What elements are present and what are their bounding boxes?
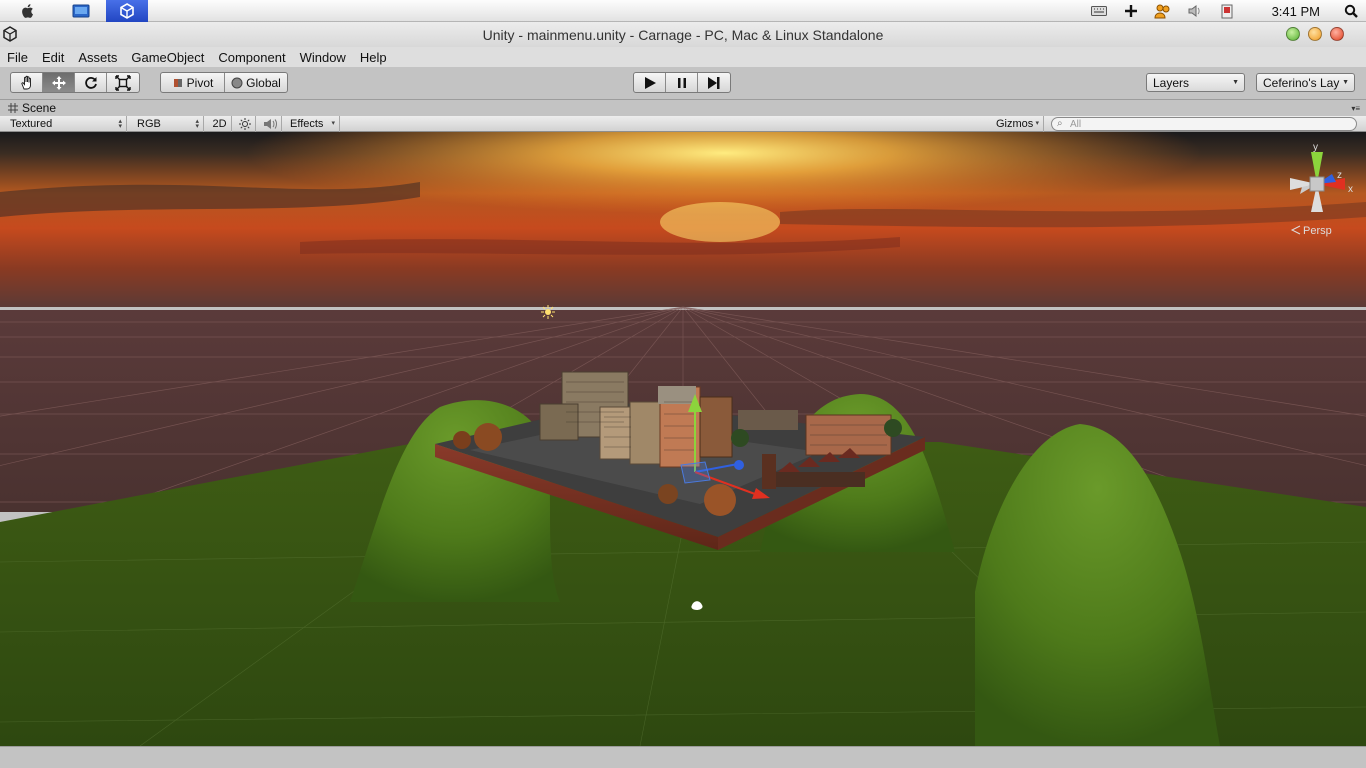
desktop-launcher-button[interactable] (58, 0, 104, 22)
volume-icon[interactable] (1186, 2, 1204, 20)
effects-label: Effects (290, 118, 324, 130)
pivot-label: Pivot (186, 75, 214, 90)
clock[interactable]: 3:41 PM (1272, 4, 1320, 19)
scene-tab-bar: Scene ▾≡ (0, 100, 1366, 116)
menu-component[interactable]: Component (218, 50, 285, 65)
unity-launcher-button[interactable] (106, 0, 148, 22)
window-title-bar[interactable]: Unity - mainmenu.unity - Carnage - PC, M… (0, 22, 1366, 47)
pause-icon (677, 77, 686, 88)
speaker-icon (263, 119, 277, 129)
apple-menu-button[interactable] (8, 0, 48, 22)
audio-toggle[interactable] (258, 116, 282, 132)
play-controls (633, 72, 731, 93)
dropdown-arrow-icon: ▾ (1035, 120, 1039, 127)
render-mode-value: RGB (137, 118, 161, 130)
transform-tools (10, 72, 140, 93)
axis-z-label: z (1337, 170, 1342, 181)
main-toolbar: Pivot Global Layers ▼ Ceferino's Lay ▼ (0, 67, 1366, 100)
rotate-tool-icon (84, 76, 97, 89)
pause-button[interactable] (666, 73, 698, 92)
stepper-arrows-icon: ▴ ▾ (195, 118, 199, 130)
lighting-toggle[interactable] (234, 116, 256, 132)
search-icon: ⌕ (1057, 118, 1063, 129)
axis-x-label: x (1348, 184, 1353, 195)
layers-dropdown[interactable]: Layers ▼ (1146, 73, 1245, 92)
scene-control-bar: Textured ▴ ▾ RGB ▴ ▾ 2D Effects ▾ Gizmos ▾… (0, 116, 1366, 132)
persp-label[interactable]: Persp (1303, 225, 1332, 237)
render-mode-dropdown[interactable]: RGB ▴ ▾ (131, 116, 204, 132)
scale-tool-icon (115, 74, 131, 91)
system-tray: 3:41 PM (1090, 0, 1360, 22)
menu-file[interactable]: File (7, 50, 28, 65)
global-label: Global (246, 75, 281, 90)
2d-label: 2D (212, 118, 227, 130)
layout-label: Ceferino's Lay (1263, 75, 1340, 90)
dropdown-arrow-icon: ▼ (1342, 79, 1349, 86)
tab-scene[interactable]: Scene (8, 101, 56, 115)
step-button[interactable] (698, 73, 730, 92)
light-gizmo-icon[interactable] (541, 305, 555, 319)
play-button[interactable] (634, 73, 666, 92)
hierarchy-search-input[interactable]: ⌕ All (1051, 117, 1357, 131)
rotate-tool-button[interactable] (75, 73, 107, 92)
plus-icon[interactable] (1122, 2, 1140, 20)
menu-help[interactable]: Help (360, 50, 387, 65)
dropdown-arrow-icon: ▼ (1232, 79, 1239, 86)
search-placeholder: All (1070, 118, 1082, 130)
play-icon (644, 76, 656, 89)
tab-menu-icon[interactable]: ▾≡ (1351, 104, 1360, 113)
close-button[interactable] (1330, 27, 1344, 41)
search-icon[interactable] (1342, 2, 1360, 20)
step-icon (708, 76, 720, 89)
gizmos-dropdown[interactable]: Gizmos ▾ (990, 116, 1044, 132)
menu-assets[interactable]: Assets (78, 50, 117, 65)
move-tool-button[interactable] (43, 73, 75, 92)
pivot-toggle[interactable]: Pivot (161, 73, 225, 92)
global-toggle[interactable]: Global (225, 73, 287, 92)
menu-window[interactable]: Window (300, 50, 346, 65)
window-controls (1286, 27, 1344, 41)
scale-tool-button[interactable] (107, 73, 139, 92)
gizmos-label: Gizmos (996, 118, 1034, 130)
effects-dropdown[interactable]: Effects ▾ (284, 116, 340, 132)
pivot-global-toggles: Pivot Global (160, 72, 288, 93)
axis-y-label: y (1313, 142, 1318, 153)
layers-label: Layers (1153, 75, 1190, 90)
sun-icon (238, 118, 251, 130)
maximize-button[interactable] (1286, 27, 1300, 41)
os-top-bar: 3:41 PM (0, 0, 1366, 22)
battery-icon[interactable] (1218, 2, 1236, 20)
pivot-icon (173, 78, 182, 87)
2d-toggle[interactable]: 2D (208, 116, 232, 132)
menu-bar: File Edit Assets GameObject Component Wi… (0, 47, 1366, 67)
hand-tool-icon (20, 75, 31, 89)
window-title: Unity - mainmenu.unity - Carnage - PC, M… (482, 27, 884, 43)
draw-mode-value: Textured (10, 118, 53, 130)
keyboard-icon[interactable] (1090, 2, 1108, 20)
minimize-button[interactable] (1308, 27, 1322, 41)
scene-tab-label: Scene (22, 101, 57, 115)
menu-gameobject[interactable]: GameObject (131, 50, 204, 65)
dropdown-arrow-icon: ▾ (331, 120, 335, 127)
apple-icon (22, 4, 33, 18)
draw-mode-dropdown[interactable]: Textured ▴ ▾ (4, 116, 127, 132)
scene-viewport[interactable]: y z x Persp (0, 132, 1366, 746)
stepper-arrows-icon: ▴ ▾ (118, 118, 122, 130)
grid-icon (8, 103, 18, 113)
move-tool-icon (51, 75, 66, 90)
hand-tool-button[interactable] (11, 73, 43, 92)
layout-dropdown[interactable]: Ceferino's Lay ▼ (1256, 73, 1355, 92)
unity-icon (120, 3, 134, 19)
sun-glow (660, 202, 780, 242)
status-bar (0, 746, 1366, 768)
globe-icon (231, 77, 243, 88)
people-icon[interactable] (1154, 2, 1172, 20)
desktop-icon (72, 4, 90, 18)
menu-edit[interactable]: Edit (42, 50, 64, 65)
